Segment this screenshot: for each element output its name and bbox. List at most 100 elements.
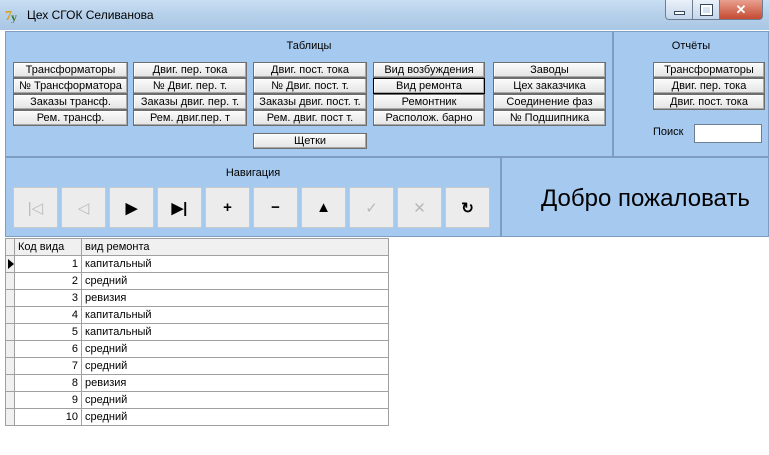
- row-indicator[interactable]: [5, 255, 15, 273]
- grid-indicator-header: [5, 238, 15, 256]
- row-indicator[interactable]: [5, 374, 15, 392]
- row-indicator[interactable]: [5, 391, 15, 409]
- grid-column-header-repair-type[interactable]: вид ремонта: [81, 238, 389, 256]
- table-button-ac-motor-number[interactable]: № Двиг. пер. т.: [133, 78, 247, 94]
- table-button-transformer-orders[interactable]: Заказы трансф.: [13, 94, 128, 110]
- nav-delete-button[interactable]: −: [253, 187, 298, 228]
- nav-edit-button[interactable]: ▲: [301, 187, 346, 228]
- nav-prior-button[interactable]: ◁: [61, 187, 106, 228]
- table-row[interactable]: 3 ревизия: [5, 289, 389, 307]
- checkmark-icon: ✓: [365, 199, 378, 217]
- table-row[interactable]: 9 средний: [5, 391, 389, 409]
- cell-repair-type[interactable]: капитальный: [81, 323, 389, 341]
- row-indicator[interactable]: [5, 306, 15, 324]
- edit-icon: ▲: [316, 199, 331, 216]
- row-indicator[interactable]: [5, 289, 15, 307]
- table-button-brushes[interactable]: Щетки: [253, 133, 367, 149]
- cell-code[interactable]: 2: [14, 272, 82, 290]
- nav-refresh-button[interactable]: ↻: [445, 187, 490, 228]
- table-row[interactable]: 8 ревизия: [5, 374, 389, 392]
- table-row[interactable]: 5 капитальный: [5, 323, 389, 341]
- minus-icon: −: [271, 199, 280, 216]
- first-record-icon: |◁: [27, 199, 44, 217]
- table-button-customer-workshop[interactable]: Цех заказчика: [493, 78, 606, 94]
- cell-code[interactable]: 10: [14, 408, 82, 426]
- cell-repair-type[interactable]: средний: [81, 340, 389, 358]
- row-indicator[interactable]: [5, 323, 15, 341]
- table-button-ac-motors[interactable]: Двиг. пер. тока: [133, 62, 247, 78]
- cell-repair-type[interactable]: средний: [81, 272, 389, 290]
- table-button-transformers[interactable]: Трансформаторы: [13, 62, 128, 78]
- grid-column-header-code[interactable]: Код вида: [14, 238, 82, 256]
- table-button-ac-motor-orders[interactable]: Заказы двиг. пер. т.: [133, 94, 247, 110]
- cell-code[interactable]: 8: [14, 374, 82, 392]
- cell-code[interactable]: 5: [14, 323, 82, 341]
- cell-code[interactable]: 6: [14, 340, 82, 358]
- table-button-plants[interactable]: Заводы: [493, 62, 606, 78]
- table-row[interactable]: 7 средний: [5, 357, 389, 375]
- cell-code[interactable]: 7: [14, 357, 82, 375]
- report-transformers-button[interactable]: Трансформаторы: [653, 62, 765, 78]
- table-row[interactable]: 4 капитальный: [5, 306, 389, 324]
- minimize-button[interactable]: [665, 0, 693, 20]
- table-button-bearing-number[interactable]: № Подшипника: [493, 110, 606, 126]
- cell-repair-type[interactable]: капитальный: [81, 306, 389, 324]
- cell-code[interactable]: 3: [14, 289, 82, 307]
- table-button-phase-connection[interactable]: Соединение фаз: [493, 94, 606, 110]
- report-ac-motors-button[interactable]: Двиг. пер. тока: [653, 78, 765, 94]
- maximize-button[interactable]: [693, 0, 720, 20]
- table-button-bar-location[interactable]: Располож. барно: [373, 110, 485, 126]
- table-row[interactable]: 2 средний: [5, 272, 389, 290]
- close-button[interactable]: ✕: [720, 0, 763, 20]
- table-button-repair-type[interactable]: Вид ремонта: [373, 78, 485, 94]
- next-record-icon: ▶: [125, 199, 138, 217]
- table-row[interactable]: 1 капитальный: [5, 255, 389, 273]
- app-icon: 7 y: [5, 9, 17, 23]
- table-button-dc-motor-number[interactable]: № Двиг. пост. т.: [253, 78, 367, 94]
- refresh-icon: ↻: [461, 199, 474, 217]
- cell-repair-type[interactable]: средний: [81, 357, 389, 375]
- title-bar[interactable]: 7 y Цех СГОК Селиванова ✕: [0, 0, 769, 30]
- nav-cancel-button[interactable]: ✕: [397, 187, 442, 228]
- row-indicator[interactable]: [5, 272, 15, 290]
- table-button-ac-motor-repair[interactable]: Рем. двиг.пер. т: [133, 110, 247, 126]
- last-record-icon: ▶|: [171, 199, 188, 217]
- cell-repair-type[interactable]: ревизия: [81, 374, 389, 392]
- current-row-arrow-icon: [8, 259, 14, 269]
- cell-code[interactable]: 1: [14, 255, 82, 273]
- nav-first-button[interactable]: |◁: [13, 187, 58, 228]
- prior-record-icon: ◁: [77, 199, 90, 217]
- report-dc-motors-button[interactable]: Двиг. пост. тока: [653, 94, 765, 110]
- cell-repair-type[interactable]: ревизия: [81, 289, 389, 307]
- table-button-dc-motor-repair[interactable]: Рем. двиг. пост т.: [253, 110, 367, 126]
- table-row[interactable]: 6 средний: [5, 340, 389, 358]
- table-button-dc-motor-orders[interactable]: Заказы двиг. пост. т.: [253, 94, 367, 110]
- navigation-panel-title: Навигация: [225, 167, 281, 179]
- window-title: Цех СГОК Селиванова: [27, 8, 154, 22]
- table-row[interactable]: 10 средний: [5, 408, 389, 426]
- cell-repair-type[interactable]: средний: [81, 408, 389, 426]
- row-indicator[interactable]: [5, 408, 15, 426]
- table-button-transformer-number[interactable]: № Трансформатора: [13, 78, 128, 94]
- search-input[interactable]: [694, 124, 762, 143]
- table-button-dc-motors[interactable]: Двиг. пост. тока: [253, 62, 367, 78]
- search-label: Поиск: [653, 126, 684, 138]
- nav-insert-button[interactable]: +: [205, 187, 250, 228]
- nav-last-button[interactable]: ▶|: [157, 187, 202, 228]
- nav-next-button[interactable]: ▶: [109, 187, 154, 228]
- cell-repair-type[interactable]: капитальный: [81, 255, 389, 273]
- plus-icon: +: [223, 199, 232, 216]
- table-button-excitation-type[interactable]: Вид возбуждения: [373, 62, 485, 78]
- nav-post-button[interactable]: ✓: [349, 187, 394, 228]
- grid-header-row: Код вида вид ремонта: [5, 238, 389, 256]
- cell-code[interactable]: 9: [14, 391, 82, 409]
- cell-code[interactable]: 4: [14, 306, 82, 324]
- data-grid[interactable]: Код вида вид ремонта 1 капитальный 2 средни…: [5, 238, 389, 426]
- row-indicator[interactable]: [5, 340, 15, 358]
- cell-repair-type[interactable]: средний: [81, 391, 389, 409]
- table-button-repairman[interactable]: Ремонтник: [373, 94, 485, 110]
- row-indicator[interactable]: [5, 357, 15, 375]
- welcome-text: Добро пожаловать: [541, 185, 750, 212]
- table-button-transformer-repair[interactable]: Рем. трансф.: [13, 110, 128, 126]
- close-icon: ✕: [735, 1, 747, 17]
